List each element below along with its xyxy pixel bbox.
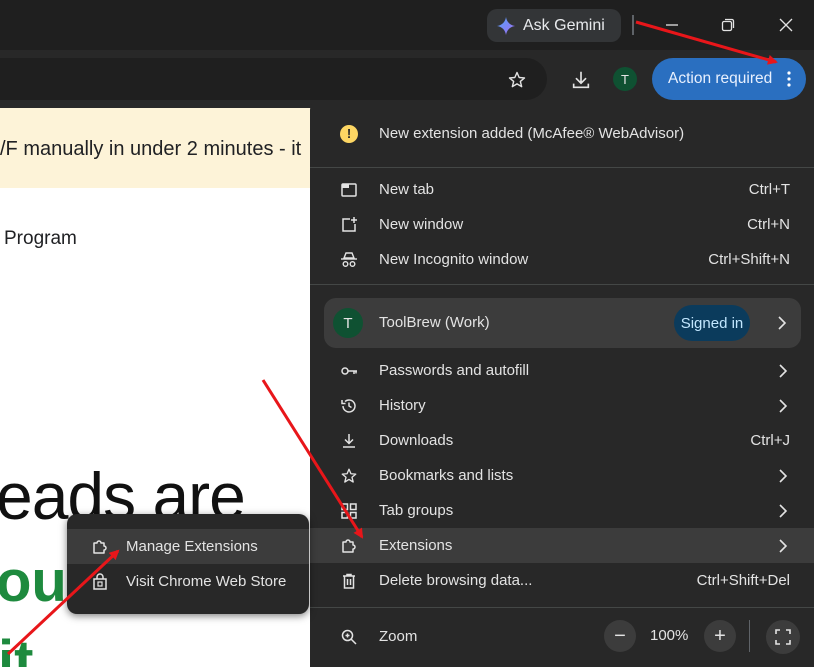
chevron-right-icon — [779, 398, 788, 413]
minimize-icon — [666, 24, 678, 26]
star-icon — [341, 468, 357, 483]
tab-groups-label: Tab groups — [379, 502, 454, 519]
chevron-right-icon — [778, 316, 787, 330]
zoom-divider — [749, 620, 750, 652]
page-headline-green-2: it — [0, 629, 34, 667]
menu-item-profile[interactable]: T ToolBrew (Work) Signed in — [324, 298, 801, 348]
new-tab-label: New tab — [379, 181, 435, 198]
submenu-item-web-store[interactable]: Visit Chrome Web Store — [67, 564, 309, 599]
chevron-right-icon — [779, 503, 788, 518]
download-icon — [572, 71, 590, 89]
restore-icon — [721, 18, 735, 32]
menu-item-extension-notice[interactable]: ! New extension added (McAfee® WebAdviso… — [310, 116, 814, 151]
downloads-button[interactable] — [566, 65, 596, 95]
delete-browsing-data-shortcut: Ctrl+Shift+Del — [696, 572, 790, 589]
zoom-label: Zoom — [379, 628, 418, 645]
menu-item-extensions[interactable]: Extensions — [310, 528, 814, 563]
bookmark-star-button[interactable] — [503, 66, 531, 94]
zoom-out-button[interactable]: − — [604, 620, 636, 652]
downloads-label: Downloads — [379, 432, 454, 449]
chevron-right-icon — [779, 363, 788, 378]
titlebar-divider — [632, 15, 634, 35]
incognito-icon — [341, 251, 357, 267]
key-icon — [341, 366, 357, 375]
chrome-main-menu: ! New extension added (McAfee® WebAdviso… — [310, 100, 814, 667]
extensions-submenu: Manage Extensions Visit Chrome Web Store — [67, 514, 309, 614]
menu-item-history[interactable]: History — [310, 388, 814, 423]
action-required-label: Action required — [668, 70, 773, 87]
extensions-label: Extensions — [379, 537, 453, 554]
chevron-right-icon — [779, 468, 788, 483]
delete-browsing-data-label: Delete browsing data... — [379, 572, 533, 589]
new-tab-shortcut: Ctrl+T — [748, 181, 790, 198]
puzzle-piece-icon — [342, 538, 356, 553]
tab-groups-icon — [341, 502, 357, 519]
star-outline-icon — [508, 71, 526, 88]
web-store-icon — [93, 572, 107, 590]
address-bar[interactable] — [0, 58, 547, 100]
chevron-right-icon — [779, 538, 788, 553]
extension-notice-label: New extension added (McAfee® WebAdvisor) — [379, 125, 685, 142]
minimize-button[interactable] — [652, 8, 692, 42]
ask-gemini-button[interactable]: Ask Gemini — [487, 9, 621, 42]
fullscreen-icon — [775, 629, 791, 645]
alert-icon: ! — [340, 124, 358, 143]
bookmarks-label: Bookmarks and lists — [379, 467, 514, 484]
signed-in-badge: Signed in — [674, 305, 750, 341]
gemini-sparkle-icon — [497, 16, 515, 35]
menu-item-delete-browsing-data[interactable]: Delete browsing data... Ctrl+Shift+Del — [310, 563, 814, 598]
submenu-item-manage-extensions[interactable]: Manage Extensions — [67, 529, 309, 564]
menu-divider — [310, 167, 814, 168]
passwords-label: Passwords and autofill — [379, 362, 530, 379]
ask-gemini-label: Ask Gemini — [523, 16, 605, 34]
history-label: History — [379, 397, 426, 414]
action-required-button[interactable]: Action required — [652, 58, 806, 100]
menu-item-new-tab[interactable]: New tab Ctrl+T — [310, 172, 814, 207]
new-window-icon — [342, 216, 357, 232]
puzzle-piece-icon — [93, 539, 107, 554]
zoom-in-button[interactable]: + — [704, 620, 736, 652]
web-store-label: Visit Chrome Web Store — [126, 573, 287, 590]
new-window-label: New window — [379, 216, 464, 233]
menu-item-downloads[interactable]: Downloads Ctrl+J — [310, 423, 814, 458]
new-window-shortcut: Ctrl+N — [747, 216, 790, 233]
history-icon — [341, 398, 356, 413]
profile-avatar-button[interactable]: T — [613, 67, 637, 91]
fullscreen-button[interactable] — [766, 620, 800, 654]
profile-name: ToolBrew (Work) — [379, 314, 490, 331]
menu-divider — [310, 284, 814, 285]
kebab-menu-icon — [787, 71, 791, 87]
new-tab-icon — [341, 182, 357, 197]
menu-item-incognito[interactable]: New Incognito window Ctrl+Shift+N — [310, 242, 814, 277]
restore-button[interactable] — [708, 8, 748, 42]
menu-item-zoom: Zoom — [310, 619, 814, 654]
page-headline-green: ou — [0, 549, 67, 614]
incognito-shortcut: Ctrl+Shift+N — [708, 251, 790, 268]
menu-item-bookmarks[interactable]: Bookmarks and lists — [310, 458, 814, 493]
close-window-button[interactable] — [766, 8, 806, 42]
trash-icon — [343, 573, 355, 589]
manage-extensions-label: Manage Extensions — [126, 538, 258, 555]
menu-item-tab-groups[interactable]: Tab groups — [310, 493, 814, 528]
menu-item-passwords[interactable]: Passwords and autofill — [310, 353, 814, 388]
close-icon — [779, 18, 793, 32]
banner-text: /F manually in under 2 minutes - it — [0, 138, 302, 160]
profile-avatar: T — [333, 308, 363, 338]
title-bar: Ask Gemini — [0, 0, 814, 50]
menu-item-new-window[interactable]: New window Ctrl+N — [310, 207, 814, 242]
nav-program-link[interactable]: Program — [4, 228, 77, 250]
incognito-label: New Incognito window — [379, 251, 529, 268]
zoom-icon — [341, 629, 357, 645]
zoom-level: 100% — [650, 627, 689, 644]
page-banner: /F manually in under 2 minutes - it — [0, 108, 320, 188]
downloads-shortcut: Ctrl+J — [750, 432, 790, 449]
menu-divider — [310, 607, 814, 608]
download-icon — [343, 433, 355, 448]
